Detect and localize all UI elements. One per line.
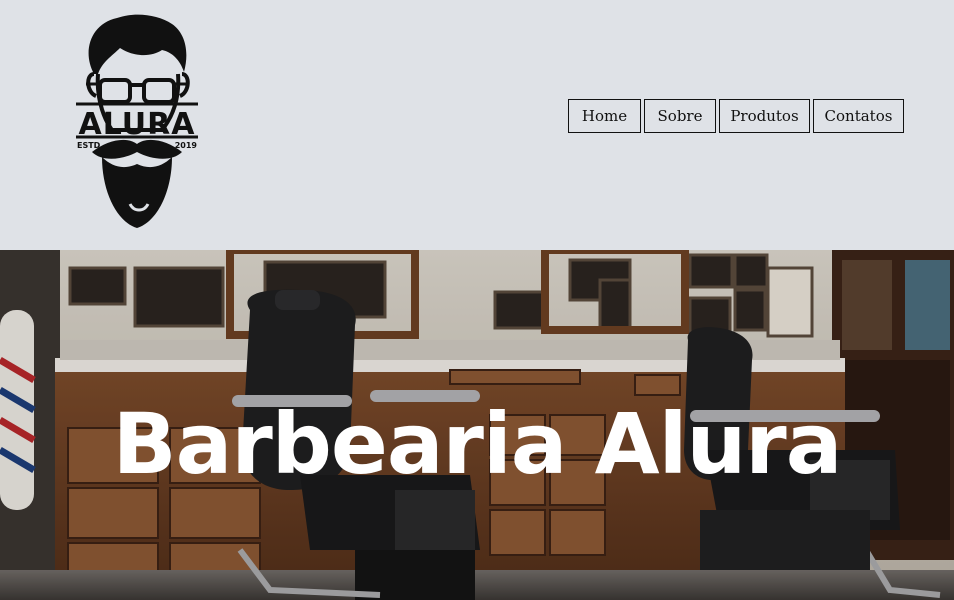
main-nav: Home Sobre Produtos Contatos [568, 99, 904, 133]
nav-home[interactable]: Home [568, 99, 641, 133]
hero-title: Barbearia Alura [112, 395, 843, 493]
logo-wordmark: ALURA [78, 107, 196, 142]
nav-produtos[interactable]: Produtos [719, 99, 810, 133]
nav-sobre[interactable]: Sobre [644, 99, 716, 133]
nav-contatos[interactable]: Contatos [813, 99, 904, 133]
logo[interactable]: ALURA ESTD 2019 [72, 12, 202, 232]
logo-year: 2019 [174, 141, 197, 150]
logo-estd: ESTD [77, 141, 101, 150]
site-header: ALURA ESTD 2019 Home Sobre Produtos Cont… [0, 0, 954, 250]
hero-banner: Barbearia Alura [0, 250, 954, 600]
